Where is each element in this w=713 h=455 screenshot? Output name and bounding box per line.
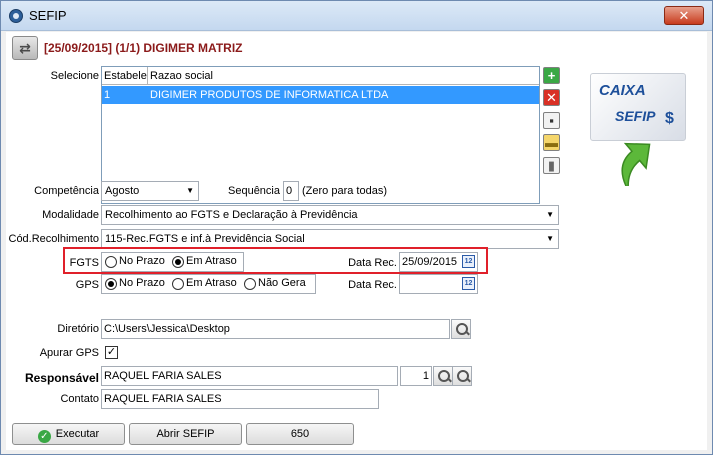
chevron-down-icon: ▼	[186, 186, 194, 195]
app-icon	[9, 9, 23, 23]
search-icon[interactable]	[433, 366, 453, 386]
gps-radio-group: No Prazo Em Atraso Não Gera	[101, 274, 316, 294]
fgts-em-atraso-radio[interactable]	[172, 256, 184, 268]
save-icon[interactable]: ▪	[543, 112, 560, 129]
close-button[interactable]: ✕	[664, 6, 704, 25]
main-panel: ⇄ [25/09/2015] (1/1) DIGIMER MATRIZ Sele…	[6, 32, 707, 450]
fgts-no-prazo-label[interactable]: No Prazo	[119, 255, 165, 267]
gps-data-rec-label: Data Rec.	[348, 279, 397, 291]
gps-no-prazo-radio[interactable]	[105, 278, 117, 290]
sequencia-input[interactable]: 0	[283, 181, 299, 201]
cell-razao-social: DIGIMER PRODUTOS DE INFORMATICA LTDA	[150, 89, 389, 101]
fgts-data-rec-label: Data Rec.	[348, 257, 397, 269]
cod-recolhimento-label: Cód.Recolhimento	[8, 233, 100, 245]
window-title: SEFIP	[29, 8, 67, 23]
responsavel-input[interactable]: RAQUEL FARIA SALES	[101, 366, 398, 386]
remove-icon[interactable]: ✕	[543, 89, 560, 106]
arrow-up-icon	[621, 142, 651, 186]
sequencia-hint: (Zero para todas)	[302, 185, 387, 197]
header-title: [25/09/2015] (1/1) DIGIMER MATRIZ	[44, 41, 243, 55]
contato-input[interactable]: RAQUEL FARIA SALES	[101, 389, 379, 409]
search-icon[interactable]	[452, 366, 472, 386]
count-button[interactable]: 650	[246, 423, 354, 445]
competencia-label: Competência	[34, 185, 99, 197]
diretorio-label: Diretório	[57, 323, 99, 335]
trash-icon[interactable]: ▮	[543, 157, 560, 174]
table-row[interactable]: 1 DIGIMER PRODUTOS DE INFORMATICA LTDA	[102, 86, 539, 104]
modalidade-value: Recolhimento ao FGTS e Declaração à Prev…	[105, 209, 358, 221]
logo-dollar-icon: $	[665, 110, 674, 127]
logo-sefip-text: SEFIP	[615, 108, 656, 124]
responsavel-code-input[interactable]: 1	[400, 366, 432, 386]
sequencia-label: Sequência	[228, 185, 280, 197]
apurar-gps-label: Apurar GPS	[39, 347, 99, 359]
modalidade-label: Modalidade	[42, 209, 99, 221]
apurar-gps-checkbox[interactable]: ✓	[105, 346, 118, 359]
responsavel-label: Responsável	[24, 371, 99, 385]
fgts-em-atraso-label[interactable]: Em Atraso	[186, 255, 237, 267]
column-header-estabelecimento[interactable]: Estabelecimento	[102, 67, 148, 85]
gps-label: GPS	[75, 279, 99, 291]
competencia-value: Agosto	[105, 185, 140, 197]
gps-em-atraso-radio[interactable]	[172, 278, 184, 290]
check-icon: ✓	[37, 430, 51, 443]
chevron-down-icon: ▼	[546, 210, 554, 219]
fgts-radio-group: No Prazo Em Atraso	[101, 252, 244, 272]
gps-no-prazo-label[interactable]: No Prazo	[119, 277, 165, 289]
title-bar: SEFIP ✕	[1, 1, 712, 31]
folder-icon[interactable]: ▬	[543, 134, 560, 151]
modalidade-select[interactable]: Recolhimento ao FGTS e Declaração à Prev…	[101, 205, 559, 225]
fgts-no-prazo-radio[interactable]	[105, 256, 117, 268]
competencia-select[interactable]: Agosto ▼	[101, 181, 199, 201]
calendar-icon[interactable]: 12	[462, 255, 475, 268]
cod-recolhimento-value: 115-Rec.FGTS e inf.à Previdência Social	[105, 233, 305, 245]
gps-em-atraso-label[interactable]: Em Atraso	[186, 277, 237, 289]
grid-header: Estabelecimento Razao social	[102, 67, 539, 85]
contato-label: Contato	[60, 393, 99, 405]
abrir-sefip-button[interactable]: Abrir SEFIP	[129, 423, 242, 445]
gps-nao-gera-radio[interactable]	[244, 278, 256, 290]
chevron-down-icon: ▼	[546, 234, 554, 243]
calendar-icon[interactable]: 12	[462, 277, 475, 290]
gps-nao-gera-label[interactable]: Não Gera	[258, 277, 306, 289]
logo-caixa-text: CAIXA	[599, 82, 646, 99]
cell-estab: 1	[104, 89, 111, 101]
add-icon[interactable]: +	[543, 67, 560, 84]
diretorio-input[interactable]: C:\Users\Jessica\Desktop	[101, 319, 450, 339]
swap-company-icon[interactable]: ⇄	[12, 36, 38, 60]
executar-label: Executar	[55, 428, 100, 440]
selecione-label: Selecione	[50, 70, 99, 82]
cod-recolhimento-select[interactable]: 115-Rec.FGTS e inf.à Previdência Social …	[101, 229, 559, 249]
sefip-window: SEFIP ✕ ⇄ [25/09/2015] (1/1) DIGIMER MAT…	[0, 0, 713, 455]
fgts-label: FGTS	[69, 257, 99, 269]
search-icon[interactable]	[451, 319, 471, 339]
column-header-razao-social[interactable]: Razao social	[148, 67, 541, 85]
executar-button[interactable]: ✓ Executar	[12, 423, 125, 445]
